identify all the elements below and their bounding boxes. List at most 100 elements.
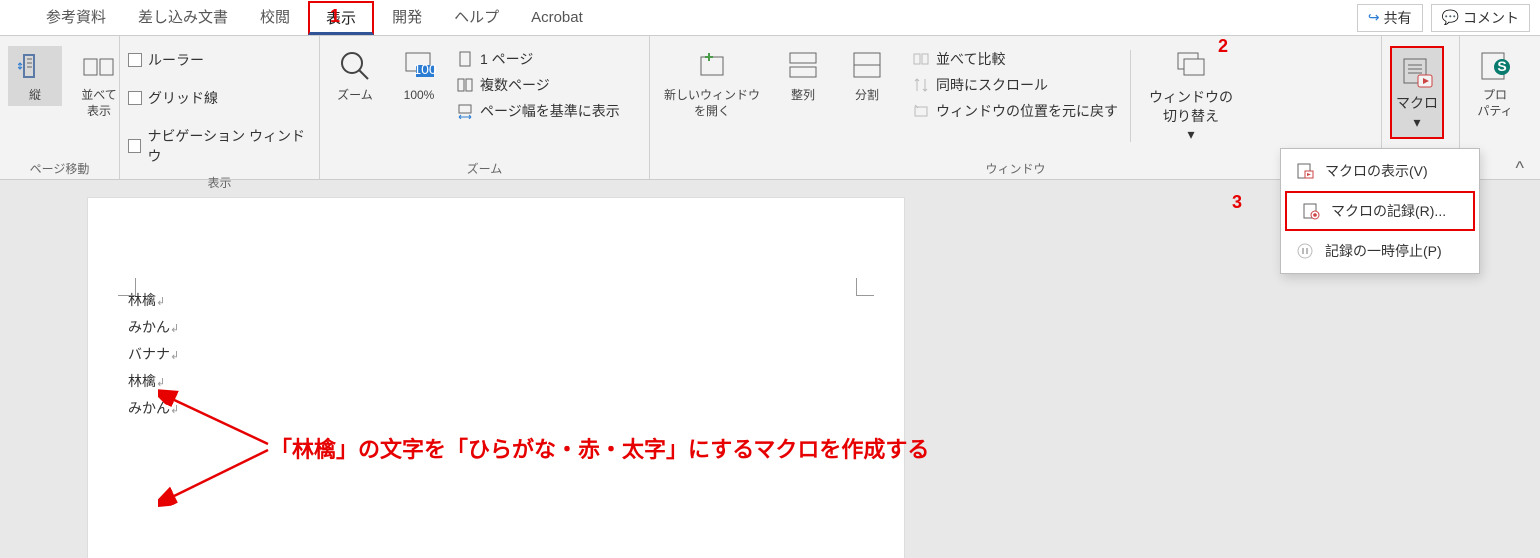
window-group-label: ウィンドウ bbox=[658, 156, 1373, 179]
comment-label: コメント bbox=[1463, 8, 1519, 28]
ruler-label: ルーラー bbox=[148, 50, 204, 70]
annotation-arrow-1 bbox=[158, 388, 278, 518]
newwindow-button[interactable]: 新しいウィンドウ を開く bbox=[658, 46, 766, 121]
macros-list-icon bbox=[1295, 161, 1315, 181]
menu-pause-label: 記録の一時停止(P) bbox=[1325, 241, 1442, 261]
tab-view[interactable]: 表示 bbox=[308, 1, 374, 35]
zoom-label: ズーム bbox=[337, 88, 373, 104]
hundred-label: 100% bbox=[404, 88, 435, 104]
vertical-icon bbox=[17, 48, 53, 84]
syncscroll-button: 同時にスクロール bbox=[912, 75, 1118, 95]
svg-text:100: 100 bbox=[413, 61, 436, 77]
sharepoint-icon: S bbox=[1477, 48, 1513, 84]
menu-view-macros[interactable]: マクロの表示(V) bbox=[1281, 153, 1479, 189]
step-2-marker: 2 bbox=[1218, 36, 1228, 57]
group-window: 新しいウィンドウ を開く 整列 分割 並べて比較 同時にスクロール ウィンドウの… bbox=[650, 36, 1382, 179]
split-button[interactable]: 分割 bbox=[840, 46, 894, 106]
tab-review[interactable]: 校閲 bbox=[244, 0, 306, 36]
magnifier-icon bbox=[337, 48, 373, 84]
arrange-button[interactable]: 整列 bbox=[776, 46, 830, 106]
tab-acrobat[interactable]: Acrobat bbox=[515, 0, 599, 36]
paragraph-mark-icon: ↲ bbox=[170, 323, 179, 335]
menu-pause-recording: 記録の一時停止(P) bbox=[1281, 233, 1479, 269]
share-icon: ↪ bbox=[1368, 9, 1380, 26]
macros-icon bbox=[1399, 54, 1435, 90]
separator bbox=[1130, 50, 1131, 142]
macros-label: マクロ▾ bbox=[1396, 94, 1438, 131]
tab-references[interactable]: 参考資料 bbox=[30, 0, 122, 36]
doc-line-3[interactable]: バナナ↲ bbox=[128, 342, 864, 369]
pagemove-group-label: ページ移動 bbox=[8, 156, 111, 179]
paragraph-mark-icon: ↲ bbox=[170, 350, 179, 362]
multipage-button[interactable]: 複数ページ bbox=[456, 75, 620, 95]
paragraph-mark-icon: ↲ bbox=[156, 296, 165, 308]
macros-dropdown: マクロの表示(V) マクロの記録(R)... 記録の一時停止(P) bbox=[1280, 148, 1480, 274]
step-3-marker: 3 bbox=[1232, 192, 1242, 213]
switchwindow-label: ウィンドウの 切り替え▾ bbox=[1149, 88, 1233, 144]
sidebyside-button[interactable]: 並べて 表示 bbox=[72, 46, 126, 121]
group-pagemove: 縦 並べて 表示 ページ移動 bbox=[0, 36, 120, 179]
tab-bar: 参考資料 差し込み文書 校閲 表示 開発 ヘルプ Acrobat ↪ 共有 💬 … bbox=[0, 0, 1540, 36]
onepage-button[interactable]: 1 ページ bbox=[456, 49, 620, 69]
hundred-button[interactable]: 100 100% bbox=[392, 46, 446, 106]
navpane-checkbox[interactable]: ナビゲーション ウィンドウ bbox=[128, 126, 311, 166]
tab-mailmerge[interactable]: 差し込み文書 bbox=[122, 0, 244, 36]
compare-button: 並べて比較 bbox=[912, 49, 1118, 69]
vertical-label: 縦 bbox=[29, 88, 41, 104]
sidebyside-label: 並べて 表示 bbox=[81, 88, 117, 119]
group-show: ルーラー グリッド線 ナビゲーション ウィンドウ 表示 bbox=[120, 36, 320, 179]
switchwindow-icon bbox=[1173, 48, 1209, 84]
sidebyside-icon bbox=[81, 48, 117, 84]
onepage-icon bbox=[456, 50, 474, 68]
share-label: 共有 bbox=[1384, 8, 1412, 28]
zoom-group-label: ズーム bbox=[328, 156, 641, 179]
margin-corner-icon bbox=[118, 278, 136, 296]
resetpos-button: ウィンドウの位置を元に戻す bbox=[912, 101, 1118, 121]
doc-line-2[interactable]: みかん↲ bbox=[128, 315, 864, 342]
chevron-down-icon: ▾ bbox=[1188, 126, 1195, 142]
switchwindow-button[interactable]: ウィンドウの 切り替え▾ bbox=[1143, 46, 1239, 146]
newwindow-label: 新しいウィンドウ を開く bbox=[664, 88, 760, 119]
split-icon bbox=[849, 48, 885, 84]
group-zoom: ズーム 100 100% 1 ページ 複数ページ ページ幅を基準に表示 ズーム bbox=[320, 36, 650, 179]
annotation-text: 「林檎」の文字を「ひらがな・赤・太字」にするマクロを作成する bbox=[270, 432, 1030, 464]
tab-help[interactable]: ヘルプ bbox=[438, 0, 515, 36]
checkbox-icon bbox=[128, 91, 142, 105]
grid-checkbox[interactable]: グリッド線 bbox=[128, 88, 218, 108]
step-1-marker: 1 bbox=[330, 6, 340, 27]
record-icon bbox=[1301, 201, 1321, 221]
newwindow-icon bbox=[694, 48, 730, 84]
compare-label: 並べて比較 bbox=[936, 49, 1005, 69]
zoom-button[interactable]: ズーム bbox=[328, 46, 382, 106]
menu-record-macro[interactable]: マクロの記録(R)... bbox=[1285, 191, 1475, 231]
fitwidth-label: ページ幅を基準に表示 bbox=[480, 101, 620, 121]
nav-label: ナビゲーション ウィンドウ bbox=[147, 126, 311, 166]
checkbox-icon bbox=[128, 139, 141, 153]
ruler-checkbox[interactable]: ルーラー bbox=[128, 50, 204, 70]
grid-label: グリッド線 bbox=[148, 88, 218, 108]
compare-icon bbox=[912, 50, 930, 68]
syncscroll-icon bbox=[912, 76, 930, 94]
comment-button[interactable]: 💬 コメント bbox=[1431, 4, 1530, 32]
vertical-button[interactable]: 縦 bbox=[8, 46, 62, 106]
arrange-icon bbox=[785, 48, 821, 84]
tab-developer[interactable]: 開発 bbox=[376, 0, 438, 36]
arrange-label: 整列 bbox=[791, 88, 815, 104]
margin-corner-icon bbox=[856, 278, 874, 296]
menu-record-label: マクロの記録(R)... bbox=[1331, 201, 1446, 221]
doc-line-1[interactable]: 林檎↲ bbox=[128, 288, 864, 315]
svg-text:S: S bbox=[1497, 58, 1506, 74]
resetpos-label: ウィンドウの位置を元に戻す bbox=[936, 101, 1118, 121]
menu-view-label: マクロの表示(V) bbox=[1325, 161, 1428, 181]
syncscroll-label: 同時にスクロール bbox=[936, 75, 1048, 95]
fitwidth-icon bbox=[456, 102, 474, 120]
pause-icon bbox=[1295, 241, 1315, 261]
properties-button[interactable]: S プロ パティ bbox=[1468, 46, 1522, 121]
multipage-icon bbox=[456, 76, 474, 94]
collapse-ribbon-button[interactable]: ^ bbox=[1516, 158, 1524, 179]
onepage-label: 1 ページ bbox=[480, 49, 533, 69]
split-label: 分割 bbox=[855, 88, 879, 104]
macros-button[interactable]: マクロ▾ bbox=[1390, 46, 1444, 139]
share-button[interactable]: ↪ 共有 bbox=[1357, 4, 1423, 32]
fitwidth-button[interactable]: ページ幅を基準に表示 bbox=[456, 101, 620, 121]
